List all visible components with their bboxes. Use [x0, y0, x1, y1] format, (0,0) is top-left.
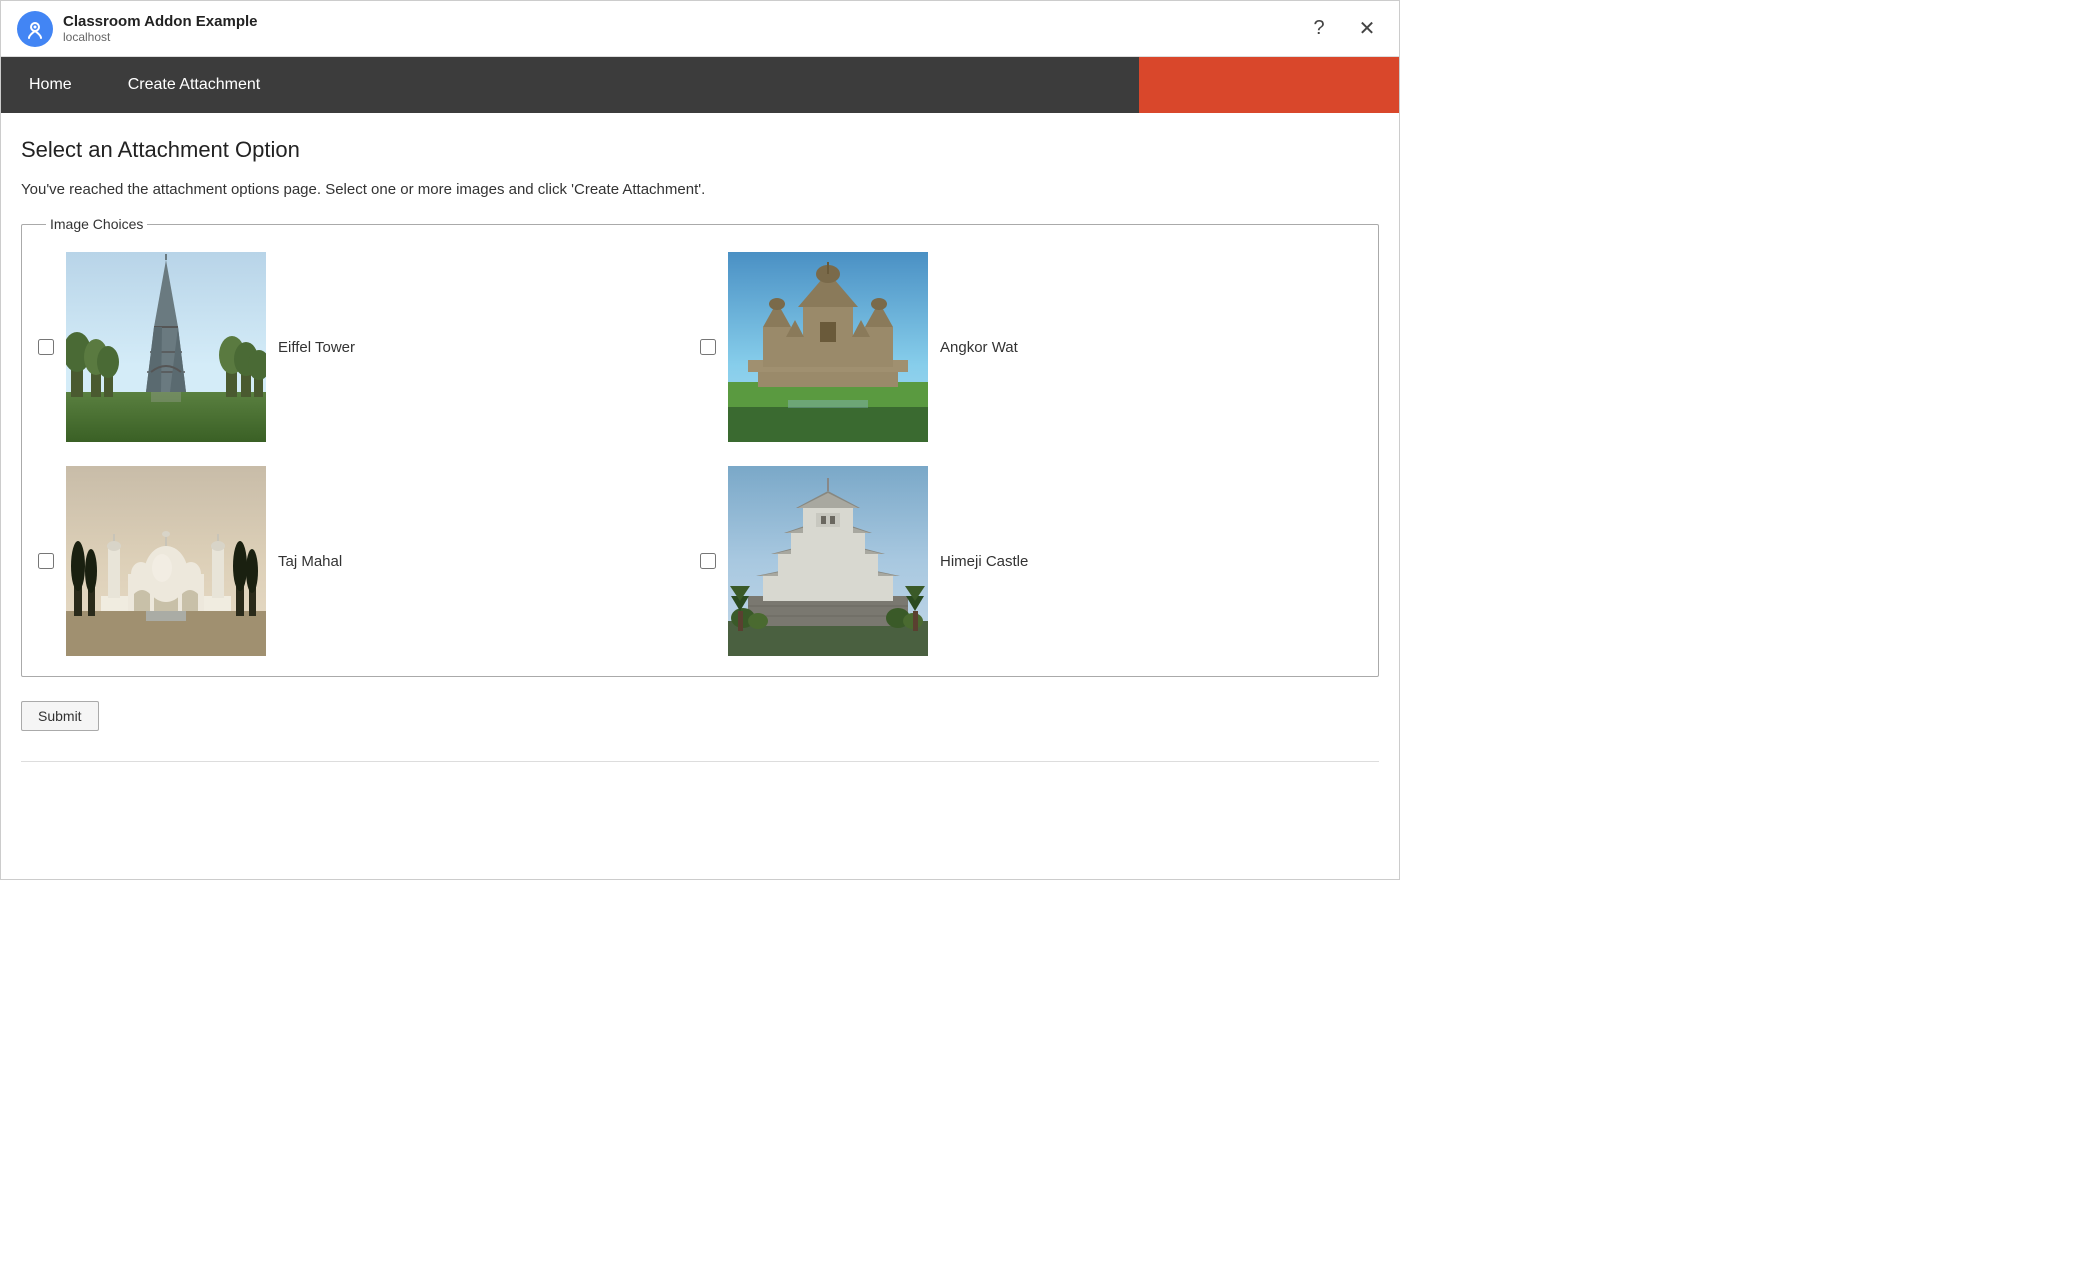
images-grid: Eiffel Tower: [38, 252, 1362, 656]
nav-item-home[interactable]: Home: [1, 57, 100, 113]
checkbox-angkor-wat[interactable]: [700, 339, 716, 355]
label-angkor-wat: Angkor Wat: [940, 339, 1018, 356]
label-taj-mahal: Taj Mahal: [278, 553, 342, 570]
image-item-angkor-wat: Angkor Wat: [700, 252, 1362, 442]
app-url: localhost: [63, 30, 258, 44]
help-button[interactable]: ?: [1303, 13, 1335, 45]
label-himeji-castle: Himeji Castle: [940, 553, 1028, 570]
title-bar: Classroom Addon Example localhost ? ✕: [1, 1, 1399, 57]
image-angkor-wat: [728, 252, 928, 442]
bottom-divider: [21, 761, 1379, 762]
nav-bar: Home Create Attachment: [1, 57, 1399, 113]
image-item-eiffel-tower: Eiffel Tower: [38, 252, 700, 442]
image-taj-mahal: [66, 466, 266, 656]
app-icon: [17, 11, 53, 47]
close-button[interactable]: ✕: [1351, 13, 1383, 45]
submit-button[interactable]: Submit: [21, 701, 99, 731]
checkbox-taj-mahal[interactable]: [38, 553, 54, 569]
main-content: Select an Attachment Option You've reach…: [1, 113, 1399, 786]
checkbox-eiffel-tower[interactable]: [38, 339, 54, 355]
image-eiffel-tower: [66, 252, 266, 442]
image-choices-fieldset: Image Choices: [21, 216, 1379, 677]
nav-item-create-attachment[interactable]: Create Attachment: [100, 57, 289, 113]
nav-spacer: [288, 57, 1139, 113]
image-item-taj-mahal: Taj Mahal: [38, 466, 700, 656]
image-himeji-castle: [728, 466, 928, 656]
fieldset-legend: Image Choices: [46, 216, 147, 232]
checkbox-himeji-castle[interactable]: [700, 553, 716, 569]
page-title: Select an Attachment Option: [21, 137, 1379, 163]
page-description: You've reached the attachment options pa…: [21, 181, 1379, 198]
image-item-himeji-castle: Himeji Castle: [700, 466, 1362, 656]
title-bar-left: Classroom Addon Example localhost: [17, 11, 258, 47]
nav-accent: [1139, 57, 1399, 113]
app-name: Classroom Addon Example: [63, 13, 258, 30]
title-text: Classroom Addon Example localhost: [63, 13, 258, 44]
title-bar-right: ? ✕: [1303, 13, 1383, 45]
label-eiffel-tower: Eiffel Tower: [278, 339, 355, 356]
